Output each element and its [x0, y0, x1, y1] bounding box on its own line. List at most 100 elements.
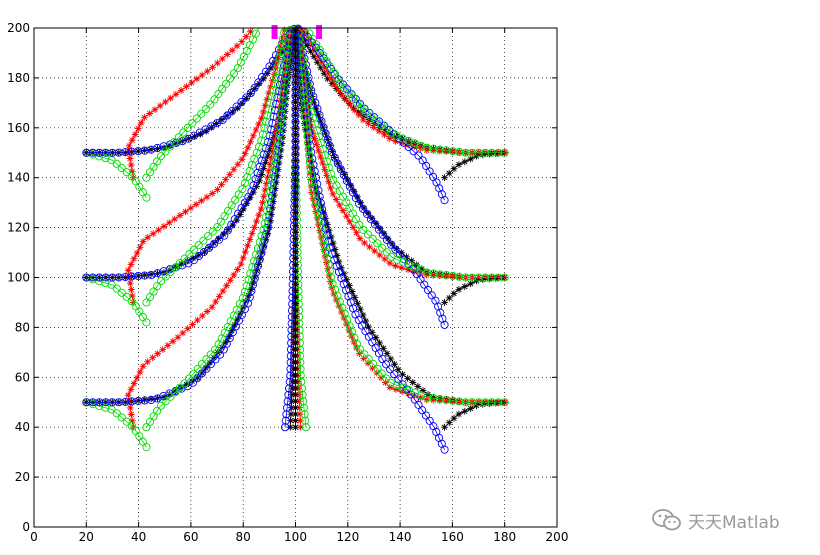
data-point: [292, 98, 299, 106]
data-point: [351, 293, 359, 301]
y-tick-label: 60: [15, 370, 30, 384]
data-point: [292, 326, 299, 334]
data-point: [292, 222, 299, 230]
data-point: [226, 276, 234, 284]
data-point: [255, 211, 263, 219]
data-point: [144, 233, 152, 241]
y-tick-label: 200: [7, 21, 30, 35]
data-point: [376, 251, 384, 259]
x-tick-label: 0: [30, 530, 38, 544]
data-point: [203, 193, 211, 201]
data-point: [214, 186, 221, 194]
data-point: [253, 217, 260, 225]
data-point: [262, 180, 270, 187]
data-point: [292, 105, 299, 113]
data-point: [218, 55, 226, 63]
data-point: [371, 247, 379, 255]
data-point: [141, 113, 148, 121]
data-point: [292, 313, 299, 321]
data-point: [292, 254, 299, 262]
data-point: [223, 282, 231, 290]
data-point: [247, 138, 254, 146]
data-point: [238, 155, 246, 163]
data-point: [292, 215, 299, 223]
data-point: [364, 120, 372, 128]
data-point: [351, 106, 359, 114]
data-point: [292, 345, 299, 353]
x-tick-label: 80: [236, 530, 251, 544]
data-point: [155, 226, 162, 234]
data-point: [332, 196, 340, 203]
data-point: [292, 235, 299, 243]
data-point: [355, 111, 363, 119]
data-point: [182, 208, 189, 216]
data-point: [292, 118, 299, 126]
data-point: [208, 190, 216, 197]
data-point: [208, 303, 216, 311]
data-point: [234, 160, 242, 168]
data-point: [169, 337, 177, 345]
data-point: [292, 137, 299, 145]
data-point: [292, 79, 299, 87]
data-point: [292, 404, 299, 412]
data-point: [292, 66, 299, 74]
x-tick-label: 20: [79, 530, 94, 544]
data-point: [171, 215, 179, 223]
y-tick-label: 20: [15, 470, 30, 484]
data-point: [136, 243, 144, 251]
data-point: [292, 209, 299, 217]
data-point: [131, 130, 139, 138]
data-point: [172, 90, 180, 98]
data-point: [149, 354, 157, 362]
y-tick-label: 160: [7, 121, 30, 135]
x-tick-label: 180: [493, 530, 516, 544]
data-point: [409, 378, 417, 386]
data-point: [137, 119, 145, 127]
data-point: [183, 83, 190, 90]
data-point: [160, 222, 168, 230]
data-point: [292, 40, 299, 48]
data-point: [265, 167, 273, 175]
data-point: [246, 236, 254, 243]
data-point: [292, 202, 299, 210]
data-point: [234, 266, 241, 273]
data-point: [292, 391, 299, 399]
data-point: [228, 46, 236, 54]
data-point: [292, 352, 299, 360]
data-point: [133, 374, 141, 382]
data-point: [230, 271, 238, 279]
data-point: [292, 170, 299, 178]
data-point: [248, 230, 256, 237]
data-point: [128, 136, 136, 144]
data-point: [292, 261, 299, 269]
x-tick-label: 140: [389, 530, 412, 544]
data-point: [292, 196, 299, 204]
data-point: [292, 241, 299, 249]
data-point: [339, 207, 347, 215]
data-point: [244, 242, 252, 250]
data-point: [292, 319, 299, 327]
target-marker: [271, 24, 278, 39]
data-point: [419, 387, 427, 394]
data-point: [214, 59, 221, 67]
data-point: [130, 255, 138, 263]
data-point: [292, 274, 299, 282]
data-point: [315, 147, 323, 155]
data-point: [292, 410, 299, 418]
data-point: [146, 110, 154, 117]
data-point: [149, 230, 157, 238]
data-point: [353, 229, 360, 237]
data-point: [219, 287, 227, 295]
data-point: [404, 374, 412, 382]
data-point: [244, 144, 252, 152]
data-point: [209, 63, 216, 71]
data-point: [292, 358, 299, 366]
data-point: [130, 380, 138, 387]
x-tick-label: 100: [284, 530, 307, 544]
data-point: [317, 153, 324, 161]
data-point: [450, 290, 458, 297]
data-point: [162, 98, 169, 106]
data-point: [264, 173, 271, 181]
data-point: [223, 51, 231, 58]
data-point: [381, 255, 389, 263]
